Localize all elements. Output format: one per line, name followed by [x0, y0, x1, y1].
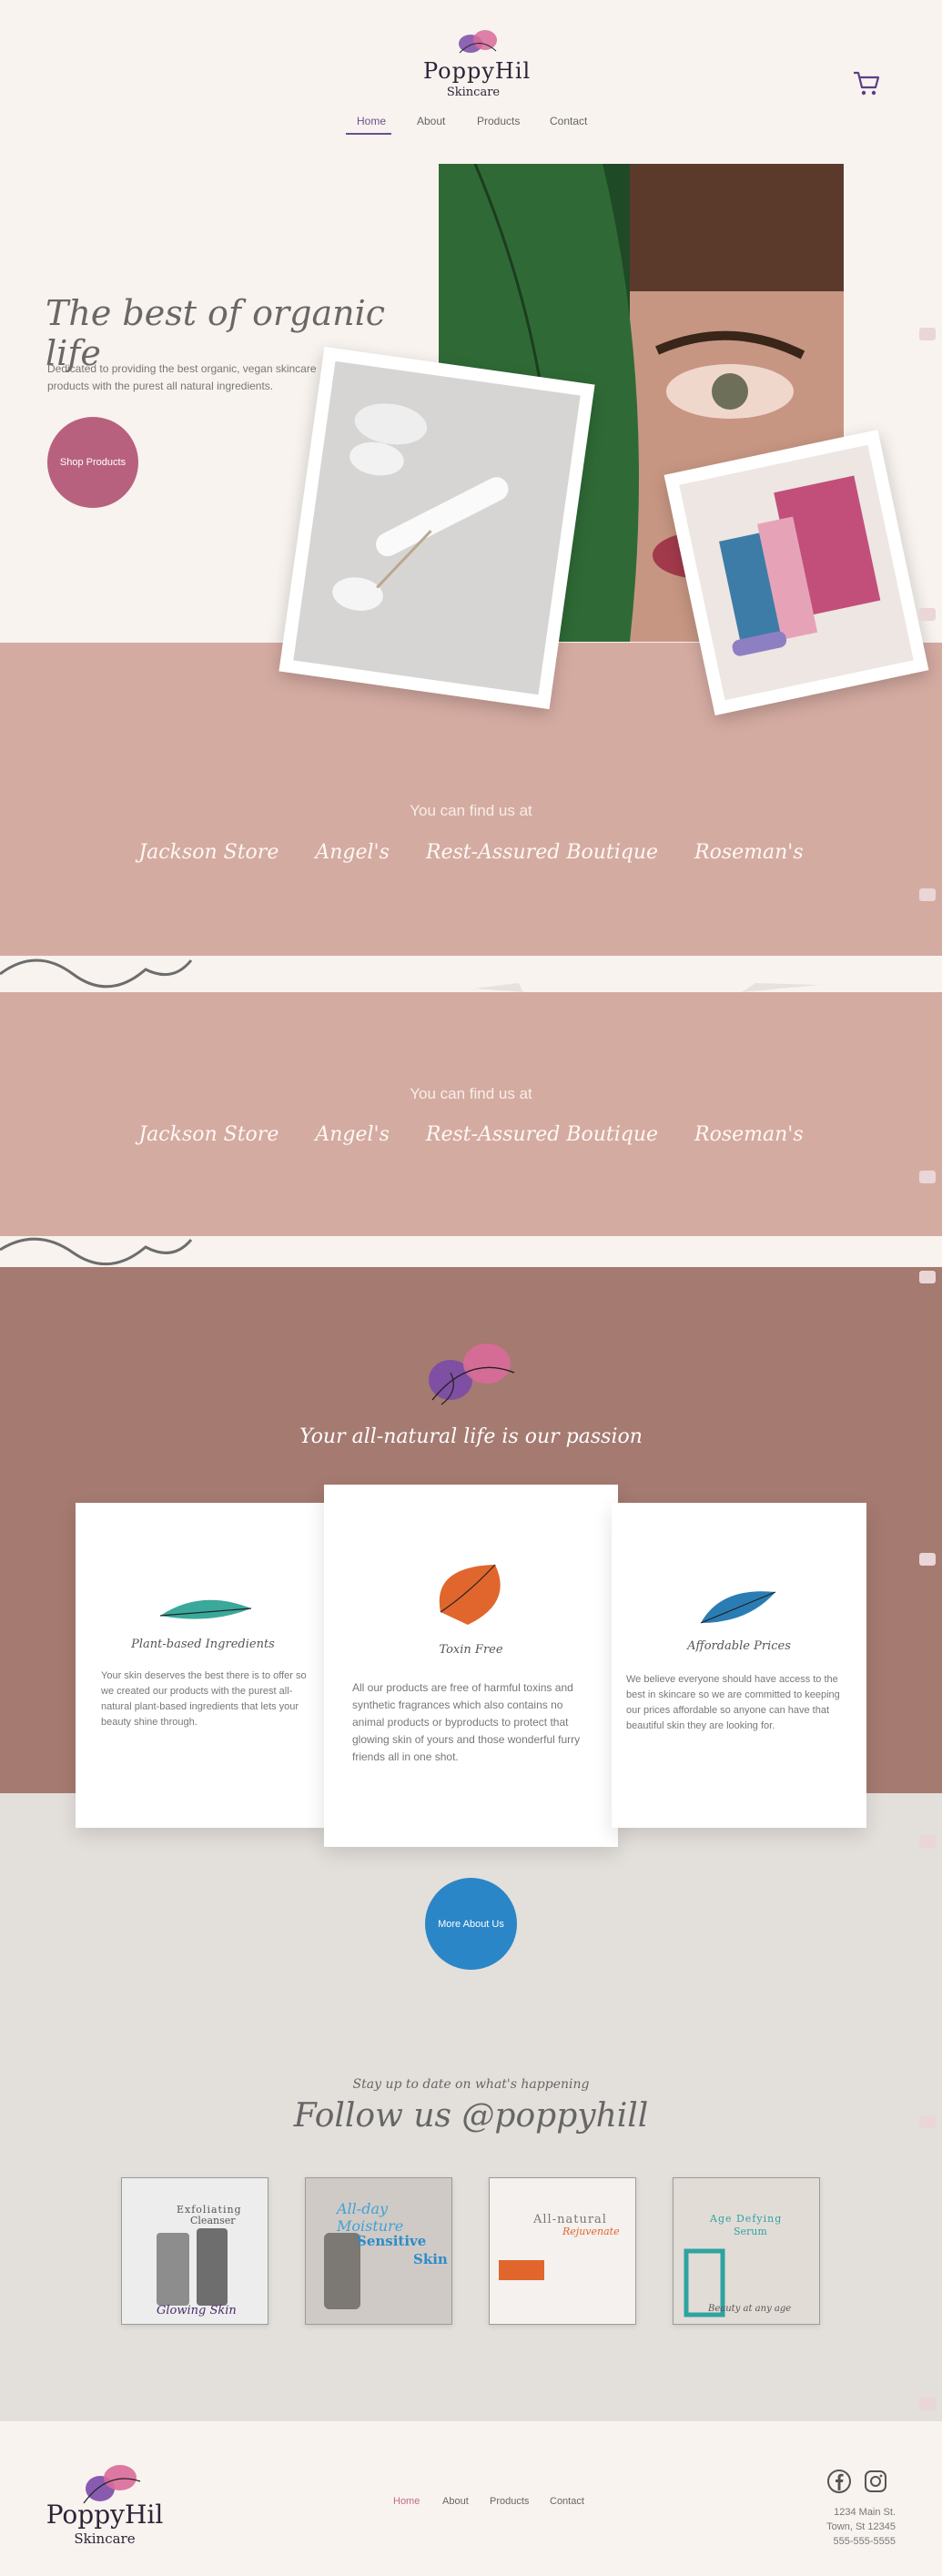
social-kicker: Stay up to date on what's happening: [352, 2077, 590, 2092]
store-name: Roseman's: [694, 1123, 804, 1146]
feature-card: Affordable Prices We believe everyone sh…: [612, 1503, 866, 1828]
footer-nav-about[interactable]: About: [442, 2496, 469, 2507]
poppy-flower-icon: [414, 1336, 528, 1411]
nav-active-indicator: [346, 133, 391, 135]
feature-card: Toxin Free All our products are free of …: [324, 1485, 618, 1847]
brand-logo[interactable]: PoppyHil Skincare: [423, 25, 532, 100]
address-line: 555-555-5555: [833, 2536, 896, 2547]
feature-text: We believe everyone should have access t…: [626, 1674, 840, 1731]
facebook-icon[interactable]: [826, 2469, 852, 2494]
store-name: Jackson Store: [138, 841, 279, 864]
footer-address: 1234 Main St. Town, St 12345 555-555-555…: [801, 2505, 896, 2549]
social-title: Follow us @poppyhill: [293, 2097, 649, 2135]
chat-widget-icon[interactable]: [919, 1835, 936, 1848]
chat-widget-icon[interactable]: [919, 888, 936, 901]
footer-nav-products[interactable]: Products: [490, 2496, 529, 2507]
feature-title: Plant-based Ingredients: [131, 1638, 275, 1651]
footer-social: [826, 2469, 890, 2494]
chat-widget-icon[interactable]: [919, 1553, 936, 1566]
find-us-title: You can find us at: [410, 1085, 532, 1102]
nav-about[interactable]: About: [417, 113, 445, 129]
instagram-post[interactable]: All-day Moisture Sensitive Skin: [305, 2177, 452, 2325]
address-line: 1234 Main St.: [834, 2507, 896, 2518]
shop-products-button[interactable]: Shop Products: [47, 417, 138, 508]
chat-widget-icon[interactable]: [919, 2115, 936, 2128]
passion-title: Your all-natural life is our passion: [299, 1425, 643, 1448]
chat-widget-icon[interactable]: [919, 1271, 936, 1283]
chat-widget-icon[interactable]: [919, 1171, 936, 1183]
address-line: Town, St 12345: [826, 2521, 896, 2532]
footer-nav: Home About Products Contact: [391, 2496, 610, 2514]
feature-card: Plant-based Ingredients Your skin deserv…: [76, 1503, 330, 1828]
feature-title: Affordable Prices: [687, 1639, 791, 1653]
brand-sub: Skincare: [446, 86, 501, 99]
footer-brand-name: PoppyHil: [46, 2500, 164, 2530]
store-name: Jackson Store: [138, 1123, 279, 1146]
instagram-post[interactable]: All-natural Rejuvenate: [489, 2177, 636, 2325]
chat-widget-icon[interactable]: [919, 2398, 936, 2410]
store-name: Rest-Assured Boutique: [425, 1123, 659, 1146]
leaf-icon: [439, 1564, 501, 1625]
find-us-band: You can find us at Jackson Store Angel's…: [0, 992, 942, 1236]
store-name: Angel's: [315, 841, 390, 864]
feature-title: Toxin Free: [439, 1643, 503, 1657]
photo-jade-roller: [279, 346, 595, 710]
feather-icon: [159, 1599, 252, 1619]
nav-home[interactable]: Home: [357, 113, 386, 129]
more-about-us-button[interactable]: More About Us: [425, 1878, 517, 1970]
instagram-post[interactable]: Exfoliating Cleanser Glowing Skin: [121, 2177, 268, 2325]
store-name: Angel's: [315, 1123, 390, 1146]
sketch-divider: [0, 1236, 942, 1267]
nav-contact[interactable]: Contact: [550, 113, 587, 129]
footer-logo[interactable]: PoppyHil Skincare: [46, 2458, 164, 2549]
store-list: Jackson Store Angel's Rest-Assured Bouti…: [0, 1123, 942, 1146]
cart-icon[interactable]: [851, 67, 882, 98]
hero-description: Dedicated to providing the best organic,…: [47, 362, 317, 392]
store-name: Roseman's: [694, 841, 804, 864]
footer-brand-sub: Skincare: [74, 2530, 136, 2547]
brand-name: PoppyHil: [423, 58, 532, 84]
nav-products[interactable]: Products: [477, 113, 520, 129]
footer-nav-contact[interactable]: Contact: [550, 2496, 584, 2507]
sketch-divider: [0, 956, 942, 992]
feather-icon: [700, 1591, 776, 1624]
find-us-title: You can find us at: [410, 802, 532, 819]
feature-text: Your skin deserves the best there is to …: [101, 1670, 307, 1728]
poppy-flower-icon: [459, 30, 497, 54]
feature-text: All our products are free of harmful tox…: [352, 1681, 581, 1763]
instagram-post[interactable]: Age Defying Serum Beauty at any age: [673, 2177, 820, 2325]
chat-widget-icon[interactable]: [919, 328, 936, 340]
store-list: Jackson Store Angel's Rest-Assured Bouti…: [0, 841, 942, 864]
footer-nav-home[interactable]: Home: [393, 2496, 420, 2507]
instagram-icon[interactable]: [863, 2469, 888, 2494]
store-name: Rest-Assured Boutique: [425, 841, 659, 864]
chat-widget-icon[interactable]: [919, 608, 936, 621]
main-nav: Home About Products Contact: [346, 113, 619, 137]
